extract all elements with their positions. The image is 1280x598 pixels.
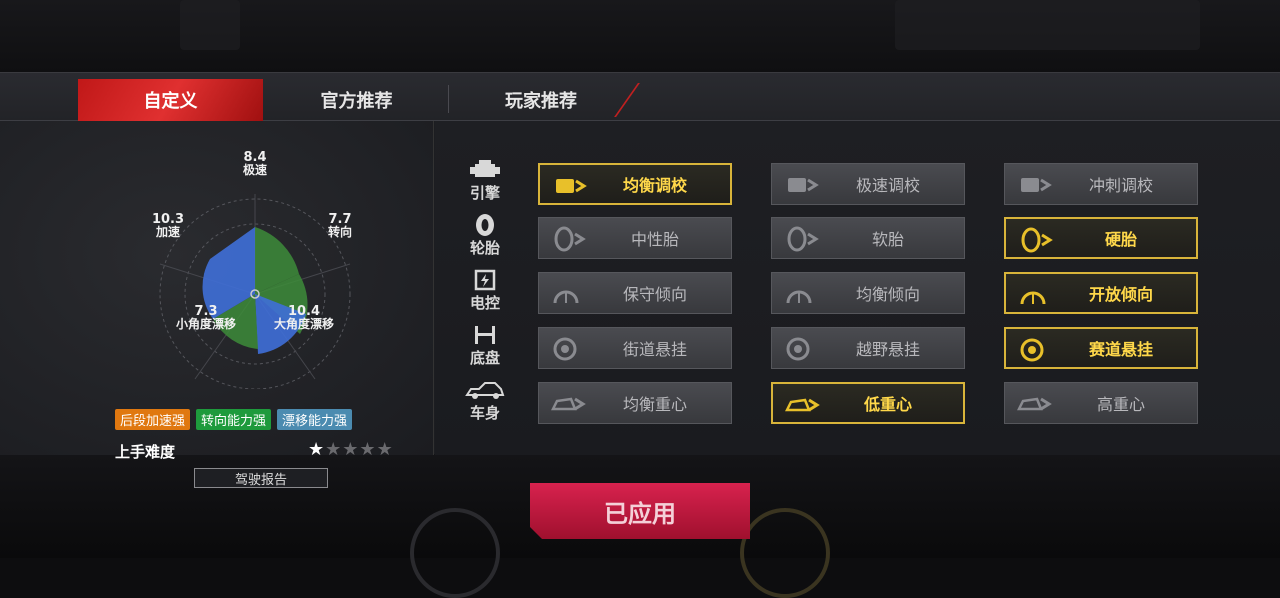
trait-badge: 后段加速强 — [115, 409, 191, 430]
category-ecu: 电控 — [463, 269, 507, 313]
option-ecu-open[interactable]: 开放倾向 — [1004, 272, 1198, 314]
suspension-icon — [1020, 338, 1044, 362]
tab-custom[interactable]: 自定义 — [78, 79, 263, 121]
category-body: 车身 — [463, 379, 507, 423]
stat-label: 大角度漂移 — [273, 317, 334, 331]
star-icon: ★ — [359, 439, 377, 460]
bg-block — [180, 0, 240, 50]
category-label: 底盘 — [469, 349, 500, 367]
option-chassis-street[interactable]: 街道悬挂 — [538, 327, 732, 369]
star-icon: ★ — [325, 439, 343, 460]
tire-option-icon — [554, 226, 586, 252]
category-engine: 引擎 — [463, 159, 507, 203]
option-tire-neutral[interactable]: 中性胎 — [538, 217, 732, 259]
suspension-icon — [553, 337, 577, 361]
stat-label: 加速 — [155, 225, 180, 239]
trait-badge: 转向能力强 — [196, 409, 272, 430]
apply-button[interactable]: 已应用 — [530, 483, 750, 539]
option-ecu-balanced[interactable]: 均衡倾向 — [771, 272, 965, 314]
star-icon: ★ — [342, 439, 360, 460]
car-profile-icon — [785, 398, 820, 412]
engine-tune-icon — [556, 179, 587, 193]
gauge-icon — [1020, 291, 1046, 305]
stat-large-drift: 10.4 大角度漂移 — [270, 305, 338, 331]
option-engine-balanced[interactable]: 均衡调校 — [538, 163, 732, 205]
category-chassis: 底盘 — [463, 324, 507, 368]
radar-chart — [159, 194, 351, 389]
stat-steering: 7.7 转向 — [320, 213, 360, 239]
car-profile-icon — [1017, 397, 1052, 411]
background-top — [0, 0, 1280, 72]
engine-tune-icon — [788, 178, 819, 192]
stat-label: 小角度漂移 — [175, 317, 236, 331]
tab-divider — [448, 85, 449, 113]
stats-panel: 8.4 极速 7.7 转向 10.4 大角度漂移 7.3 小角度漂移 10.3 … — [0, 121, 434, 488]
option-engine-top-speed[interactable]: 极速调校 — [771, 163, 965, 205]
trait-badges: 后段加速强 转向能力强 漂移能力强 — [115, 409, 353, 430]
tuning-grid: 引擎 轮胎 电控 底盘 车身 均衡调校 极速调校 冲刺调校 中性胎 软胎 硬胎 … — [435, 121, 1280, 455]
chip-icon — [474, 269, 496, 291]
star-icon: ★ — [308, 439, 326, 460]
gauge-icon — [553, 290, 579, 304]
category-label: 车身 — [469, 404, 500, 422]
bg-block — [895, 0, 1200, 50]
category-label: 引擎 — [469, 184, 500, 202]
tuning-panel: 自定义 官方推荐 玩家推荐 8.4 极速 7.7 转向 10.4 大角度漂移 7… — [0, 72, 1280, 488]
difficulty-label: 上手难度 — [115, 443, 176, 461]
category-label: 轮胎 — [469, 239, 500, 257]
option-body-low[interactable]: 低重心 — [771, 382, 965, 424]
suspension-icon — [786, 337, 810, 361]
engine-tune-icon — [1021, 178, 1052, 192]
option-body-balanced[interactable]: 均衡重心 — [538, 382, 732, 424]
option-chassis-offroad[interactable]: 越野悬挂 — [771, 327, 965, 369]
option-body-high[interactable]: 高重心 — [1004, 382, 1198, 424]
gauge-icon — [786, 290, 812, 304]
tab-player[interactable]: 玩家推荐 — [450, 79, 632, 121]
difficulty-stars: ★★★★★ — [308, 439, 394, 460]
option-tire-hard[interactable]: 硬胎 — [1004, 217, 1198, 259]
stat-top-speed: 8.4 极速 — [232, 151, 278, 177]
tire-icon — [476, 214, 494, 236]
bg-wheel — [410, 508, 500, 598]
option-engine-sprint[interactable]: 冲刺调校 — [1004, 163, 1198, 205]
driving-report-button[interactable]: 驾驶报告 — [194, 468, 328, 488]
star-icon: ★ — [376, 439, 394, 460]
trait-badge: 漂移能力强 — [277, 409, 353, 430]
stat-label: 极速 — [242, 163, 267, 177]
option-tire-soft[interactable]: 软胎 — [771, 217, 965, 259]
car-profile-icon — [551, 397, 586, 411]
stat-acceleration: 10.3 加速 — [148, 213, 188, 239]
stat-label: 转向 — [327, 225, 352, 239]
option-chassis-track[interactable]: 赛道悬挂 — [1004, 327, 1198, 369]
option-ecu-conservative[interactable]: 保守倾向 — [538, 272, 732, 314]
engine-icon — [470, 160, 500, 177]
tab-bar: 自定义 官方推荐 玩家推荐 — [0, 73, 1280, 121]
chassis-icon — [475, 326, 495, 344]
category-label: 电控 — [469, 294, 500, 312]
bg-wheel — [740, 508, 830, 598]
tire-option-icon — [787, 226, 819, 252]
car-body-icon — [465, 382, 505, 399]
tab-official[interactable]: 官方推荐 — [265, 79, 448, 121]
category-tire: 轮胎 — [463, 214, 507, 258]
tire-option-icon — [1021, 227, 1053, 253]
stat-small-drift: 7.3 小角度漂移 — [172, 305, 240, 331]
